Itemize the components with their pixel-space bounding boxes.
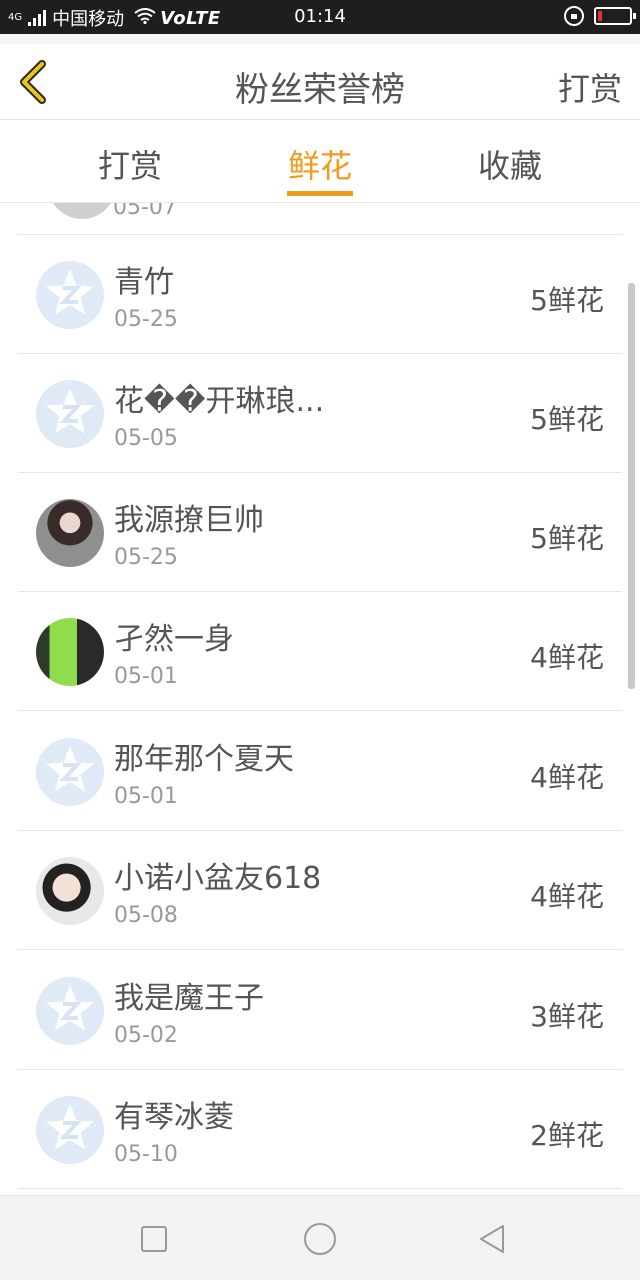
- status-bar: 4G 中国移动 VoLTE 01:14: [0, 0, 640, 34]
- flower-count: 2鲜花: [530, 1119, 604, 1152]
- status-time: 01:14: [294, 6, 346, 27]
- flower-count: 4鲜花: [530, 880, 604, 913]
- list-item[interactable]: 有琴冰菱 05-10 2鲜花: [18, 1070, 622, 1189]
- user-photo-avatar: [36, 499, 104, 567]
- item-date: 05-25: [114, 307, 178, 332]
- avatar: [48, 203, 116, 219]
- list-item[interactable]: 我源撩巨帅 05-25 5鲜花: [18, 473, 622, 592]
- item-date: 05-01: [114, 664, 178, 689]
- tab-favorites[interactable]: 收藏: [410, 141, 610, 187]
- active-tab-indicator: [287, 191, 353, 196]
- list-item[interactable]: 那年那个夏天 05-01 4鲜花: [18, 712, 622, 831]
- battery-icon: [594, 7, 636, 25]
- user-photo-avatar: [36, 618, 104, 686]
- fan-list[interactable]: 05-07 青竹 05-25 5鲜花 花��开琳琅... 05-05 5鲜花 我…: [0, 203, 640, 1195]
- fan-name: 青竹: [114, 265, 174, 300]
- default-avatar-icon: [36, 380, 104, 448]
- list-item[interactable]: 我是魔王子 05-02 3鲜花: [18, 951, 622, 1070]
- flower-count: 4鲜花: [530, 761, 604, 794]
- item-date: 05-07: [113, 203, 177, 220]
- fan-name: 我是魔王子: [114, 981, 264, 1016]
- triangle-back-icon[interactable]: [476, 1222, 510, 1256]
- fan-name: 小诺小盆友618: [114, 861, 322, 896]
- default-avatar-icon: [36, 1096, 104, 1164]
- flower-count: 5鲜花: [530, 522, 604, 555]
- page-title: 粉丝荣誉榜: [235, 70, 405, 110]
- reward-button[interactable]: 打赏: [558, 64, 622, 110]
- system-nav-bar: [0, 1195, 640, 1280]
- square-recents-icon[interactable]: [137, 1222, 171, 1256]
- fan-name: 有琴冰菱: [114, 1100, 234, 1135]
- flower-count: 3鲜花: [530, 1000, 604, 1033]
- scrollbar[interactable]: [628, 283, 635, 689]
- flower-count: 5鲜花: [530, 403, 604, 436]
- list-item[interactable]: 孑然一身 05-01 4鲜花: [18, 592, 622, 711]
- item-date: 05-10: [114, 1142, 178, 1167]
- status-right: [564, 6, 636, 26]
- rotation-lock-icon: [564, 6, 584, 26]
- item-date: 05-02: [114, 1023, 178, 1048]
- fan-name: 那年那个夏天: [114, 742, 294, 777]
- battery-level-fill: [598, 11, 602, 21]
- flower-count: 5鲜花: [530, 284, 604, 317]
- app-header: 粉丝荣誉榜 打赏: [0, 44, 640, 120]
- default-avatar-icon: [36, 261, 104, 329]
- fan-name: 我源撩巨帅: [114, 503, 264, 538]
- user-photo-avatar: [36, 857, 104, 925]
- tab-flowers[interactable]: 鲜花: [220, 141, 420, 187]
- tab-bar: 打赏 鲜花 收藏: [0, 121, 640, 203]
- status-spacer: [0, 34, 640, 44]
- tab-reward[interactable]: 打赏: [30, 141, 230, 187]
- item-date: 05-05: [114, 426, 178, 451]
- list-item[interactable]: 青竹 05-25 5鲜花: [18, 235, 622, 354]
- default-avatar-icon: [36, 977, 104, 1045]
- fan-name: 花��开琳琅...: [114, 384, 325, 419]
- item-date: 05-25: [114, 545, 178, 570]
- circle-home-icon[interactable]: [303, 1222, 337, 1256]
- item-date: 05-01: [114, 784, 178, 809]
- list-item[interactable]: 花��开琳琅... 05-05 5鲜花: [18, 354, 622, 473]
- fan-name: 孑然一身: [114, 622, 234, 657]
- list-item[interactable]: 05-07: [18, 203, 622, 235]
- flower-count: 4鲜花: [530, 641, 604, 674]
- item-date: 05-08: [114, 903, 178, 928]
- list-item[interactable]: 小诺小盆友618 05-08 4鲜花: [18, 831, 622, 950]
- default-avatar-icon: [36, 738, 104, 806]
